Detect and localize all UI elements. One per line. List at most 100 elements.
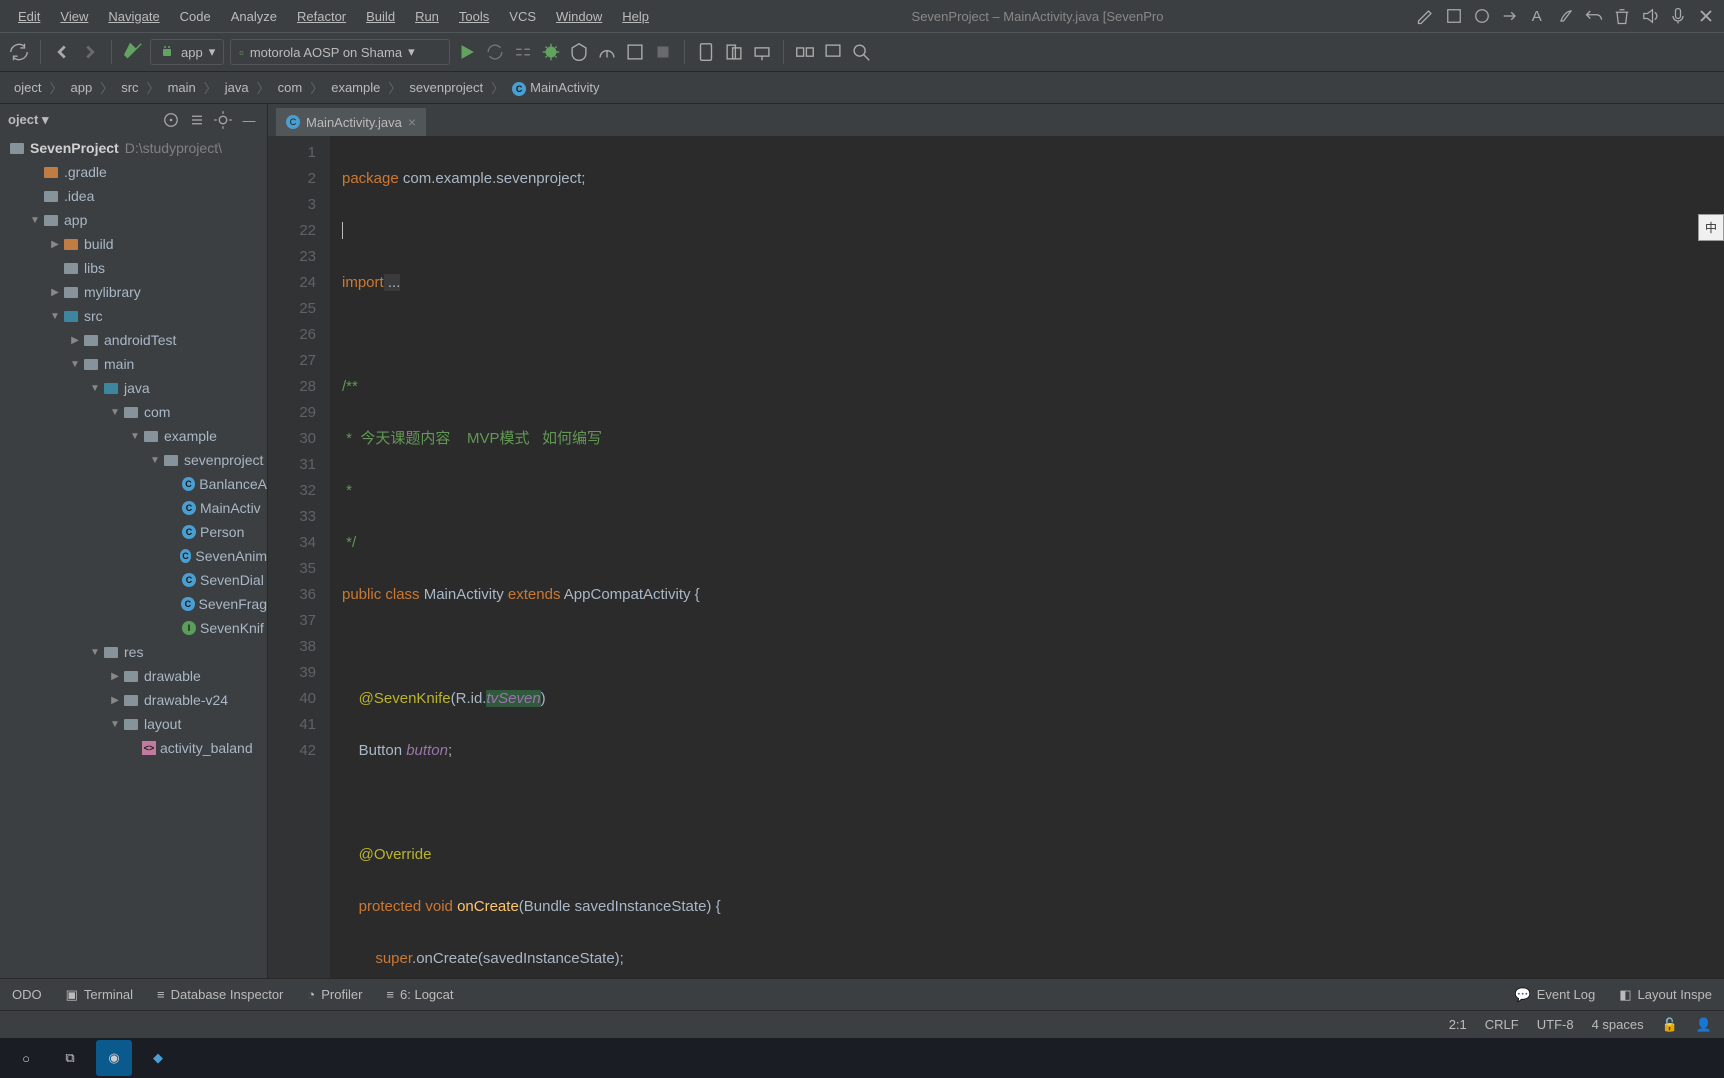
- tab-profiler[interactable]: ◔Profiler: [307, 987, 362, 1002]
- tree-root[interactable]: SevenProject D:\studyproject\: [0, 136, 267, 160]
- project-view-label[interactable]: oject ▾: [8, 112, 155, 128]
- undo-icon[interactable]: [1584, 6, 1604, 26]
- tree-row[interactable]: <>activity_baland: [0, 736, 267, 760]
- emulator-icon[interactable]: [822, 41, 844, 63]
- close-icon[interactable]: [1696, 6, 1716, 26]
- gear-icon[interactable]: [213, 110, 233, 130]
- text-a-icon[interactable]: A: [1528, 6, 1548, 26]
- tab-todo[interactable]: ODO: [12, 987, 42, 1002]
- ime-indicator[interactable]: 中: [1698, 214, 1724, 241]
- menu-window[interactable]: Window: [546, 5, 612, 28]
- crumb-main[interactable]: main: [162, 80, 202, 95]
- menu-help[interactable]: Help: [612, 5, 659, 28]
- tree-row[interactable]: ▼src: [0, 304, 267, 328]
- lock-icon[interactable]: 🔓: [1662, 1017, 1678, 1033]
- debug-icon[interactable]: [540, 41, 562, 63]
- run-config-dropdown[interactable]: app ▾: [150, 39, 224, 65]
- app1-icon[interactable]: ◉: [96, 1040, 132, 1076]
- square-icon[interactable]: [1444, 6, 1464, 26]
- run-icon[interactable]: [456, 41, 478, 63]
- tree-row[interactable]: CPerson: [0, 520, 267, 544]
- code-body[interactable]: package com.example.sevenproject; import…: [330, 136, 1724, 978]
- tree-row[interactable]: CMainActiv: [0, 496, 267, 520]
- search-icon[interactable]: [850, 41, 872, 63]
- tree-row[interactable]: ISevenKnif: [0, 616, 267, 640]
- sdk-manager-icon[interactable]: [751, 41, 773, 63]
- stepover-icon[interactable]: [512, 41, 534, 63]
- tree-row[interactable]: .gradle: [0, 160, 267, 184]
- tree-row[interactable]: ▼res: [0, 640, 267, 664]
- tree-row[interactable]: ▼java: [0, 376, 267, 400]
- forward-icon[interactable]: [79, 41, 101, 63]
- profiler-icon[interactable]: [596, 41, 618, 63]
- taskview-icon[interactable]: ⧉: [52, 1040, 88, 1076]
- circle-icon[interactable]: [1472, 6, 1492, 26]
- device-dropdown[interactable]: ▫ motorola AOSP on Shama ▾: [230, 39, 450, 65]
- project-tree[interactable]: SevenProject D:\studyproject\ .gradle.id…: [0, 136, 267, 978]
- status-encoding[interactable]: UTF-8: [1537, 1017, 1574, 1032]
- status-caret-pos[interactable]: 2:1: [1449, 1017, 1467, 1032]
- menu-run[interactable]: Run: [405, 5, 449, 28]
- tab-layout-inspector[interactable]: ◧Layout Inspe: [1619, 987, 1712, 1003]
- menu-code[interactable]: Code: [170, 5, 221, 28]
- tab-logcat[interactable]: ≡6: Logcat: [386, 987, 453, 1002]
- tree-row[interactable]: CSevenDial: [0, 568, 267, 592]
- tab-database[interactable]: ≡Database Inspector: [157, 987, 283, 1002]
- tree-row[interactable]: ▼example: [0, 424, 267, 448]
- hammer-icon[interactable]: [122, 41, 144, 63]
- volume-icon[interactable]: [1640, 6, 1660, 26]
- close-tab-icon[interactable]: ×: [408, 114, 416, 130]
- tree-row[interactable]: ▶androidTest: [0, 328, 267, 352]
- tab-terminal[interactable]: ▣Terminal: [66, 987, 133, 1003]
- stop-icon[interactable]: [652, 41, 674, 63]
- menu-vcs[interactable]: VCS: [499, 5, 546, 28]
- tree-row[interactable]: CSevenFrag: [0, 592, 267, 616]
- target-icon[interactable]: [161, 110, 181, 130]
- menu-analyze[interactable]: Analyze: [221, 5, 287, 28]
- file-tab-mainactivity[interactable]: C MainActivity.java ×: [276, 108, 426, 136]
- avd-icon[interactable]: [695, 41, 717, 63]
- back-icon[interactable]: [51, 41, 73, 63]
- tree-row[interactable]: ▼layout: [0, 712, 267, 736]
- coverage-icon[interactable]: [568, 41, 590, 63]
- attach-debug-icon[interactable]: [624, 41, 646, 63]
- sync-icon[interactable]: [8, 41, 30, 63]
- brush-icon[interactable]: [1556, 6, 1576, 26]
- pencil-icon[interactable]: [1416, 6, 1436, 26]
- app2-icon[interactable]: ◆: [140, 1040, 176, 1076]
- collapse-icon[interactable]: [187, 110, 207, 130]
- tab-eventlog[interactable]: 💬Event Log: [1515, 987, 1596, 1003]
- crumb-src[interactable]: src: [115, 80, 144, 95]
- hide-icon[interactable]: —: [239, 110, 259, 130]
- tree-row[interactable]: ▼com: [0, 400, 267, 424]
- device-manager-icon[interactable]: [723, 41, 745, 63]
- cortana-icon[interactable]: ○: [8, 1040, 44, 1076]
- crumb-pkg[interactable]: sevenproject: [403, 80, 489, 95]
- code-area[interactable]: 1232223242526272829303132333435363738394…: [268, 136, 1724, 978]
- tree-row[interactable]: ▼app: [0, 208, 267, 232]
- crumb-app[interactable]: app: [64, 80, 98, 95]
- apply-changes-icon[interactable]: [484, 41, 506, 63]
- menu-view[interactable]: View: [50, 5, 98, 28]
- tree-row[interactable]: ▼main: [0, 352, 267, 376]
- status-indent[interactable]: 4 spaces: [1592, 1017, 1644, 1032]
- tree-row[interactable]: ▶build: [0, 232, 267, 256]
- menu-edit[interactable]: Edit: [8, 5, 50, 28]
- crumb-java[interactable]: java: [219, 80, 255, 95]
- project-structure-icon[interactable]: [794, 41, 816, 63]
- tree-row[interactable]: CBanlanceA: [0, 472, 267, 496]
- menu-tools[interactable]: Tools: [449, 5, 499, 28]
- tree-row[interactable]: ▶drawable: [0, 664, 267, 688]
- tree-row[interactable]: ▶drawable-v24: [0, 688, 267, 712]
- crumb-example[interactable]: example: [325, 80, 386, 95]
- crumb-com[interactable]: com: [272, 80, 309, 95]
- menu-build[interactable]: Build: [356, 5, 405, 28]
- crumb-class[interactable]: CMainActivity: [506, 80, 605, 96]
- crumb-root[interactable]: oject: [8, 80, 47, 95]
- tree-row[interactable]: libs: [0, 256, 267, 280]
- menu-navigate[interactable]: Navigate: [98, 5, 169, 28]
- status-line-ending[interactable]: CRLF: [1485, 1017, 1519, 1032]
- tree-row[interactable]: .idea: [0, 184, 267, 208]
- trash-icon[interactable]: [1612, 6, 1632, 26]
- tree-row[interactable]: CSevenAnim: [0, 544, 267, 568]
